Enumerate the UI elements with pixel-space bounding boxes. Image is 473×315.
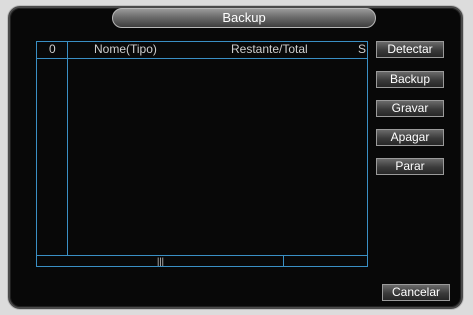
dialog-title: Backup xyxy=(112,8,376,28)
backup-button[interactable]: Backup xyxy=(376,71,444,88)
record-button[interactable]: Gravar xyxy=(376,100,444,117)
column-header-name: Nome(Tipo) xyxy=(94,42,157,56)
device-list[interactable]: 0 Nome(Tipo) Restante/Total S ||| xyxy=(36,41,368,267)
erase-button[interactable]: Apagar xyxy=(376,129,444,146)
column-header-status: S xyxy=(358,42,367,56)
backup-dialog: Backup 0 Nome(Tipo) Restante/Total S |||… xyxy=(8,6,463,309)
detect-button[interactable]: Detectar xyxy=(376,41,444,58)
scroll-track-divider xyxy=(283,256,284,266)
column-header-remaining: Restante/Total xyxy=(231,42,308,56)
scroll-thumb[interactable]: ||| xyxy=(157,257,164,266)
stop-button[interactable]: Parar xyxy=(376,158,444,175)
horizontal-scrollbar[interactable]: ||| xyxy=(37,255,367,266)
column-header-index: 0 xyxy=(49,42,56,56)
cancel-button[interactable]: Cancelar xyxy=(382,284,450,301)
column-divider xyxy=(67,42,68,256)
list-header: 0 Nome(Tipo) Restante/Total S xyxy=(37,42,367,59)
